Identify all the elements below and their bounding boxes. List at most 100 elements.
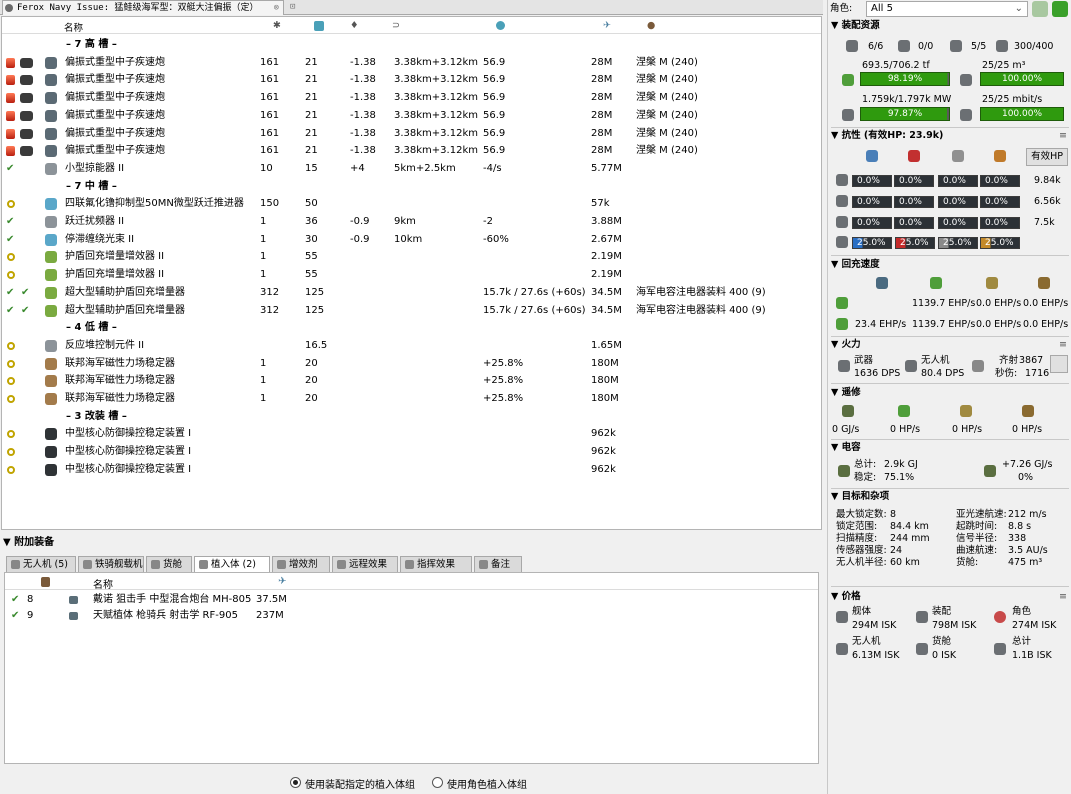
charge-state-icon: ✔: [21, 286, 30, 298]
new-tab-icon[interactable]: ⊡: [286, 0, 306, 15]
module-row[interactable]: 中型核心防御操控稳定装置 I 962k: [2, 425, 821, 443]
module-row[interactable]: 联邦海军磁性力场稳定器 1 20 +25.8% 180M: [2, 390, 821, 408]
slot-separator[interactable]: – 7 高 槽 –: [2, 36, 821, 54]
module-row[interactable]: 中型核心防御操控稳定装置 I 962k: [2, 461, 821, 479]
module-row[interactable]: 偏振式重型中子疾速炮 161 21 -1.38 3.38km+3.12km 56.9 28M…: [2, 142, 821, 160]
overload-state-icon[interactable]: [6, 93, 15, 104]
price-column-icon[interactable]: ✈: [278, 576, 286, 587]
section-targeting-misc[interactable]: ▼ 目标和杂项: [831, 491, 1069, 503]
additions-header[interactable]: ▼ 附加装备: [0, 536, 823, 550]
column-name[interactable]: 名称: [64, 20, 83, 34]
cpu-value: 161: [260, 145, 280, 157]
additions-tab[interactable]: 远程效果: [332, 556, 398, 572]
active-state-icon[interactable]: ✔: [6, 217, 14, 227]
overload-state-icon[interactable]: [6, 146, 15, 157]
online-state-icon[interactable]: [7, 341, 15, 350]
section-price[interactable]: ▼ 价格 ≡: [831, 591, 1069, 603]
module-row[interactable]: 偏振式重型中子疾速炮 161 21 -1.38 3.38km+3.12km 56.9 28M…: [2, 107, 821, 125]
overload-state-icon[interactable]: [6, 75, 15, 86]
additions-tab[interactable]: 货舱: [146, 556, 192, 572]
powergrid-column-icon[interactable]: [314, 21, 324, 31]
menu-icon[interactable]: ≡: [1059, 339, 1067, 351]
additions-tab-bar: 无人机 (5) 铁骑舰载机 货舱 植入体 (2) 增效剂 远程效果 指挥效果 备注: [4, 556, 819, 573]
implant-active-icon[interactable]: ✔: [11, 608, 19, 624]
character-select[interactable]: All 5 ⌄: [866, 1, 1028, 17]
online-state-icon[interactable]: [7, 253, 15, 262]
implant-active-icon[interactable]: ✔: [11, 592, 19, 608]
slot-separator[interactable]: – 7 中 槽 –: [2, 178, 821, 196]
module-row[interactable]: 护盾回充增量增效器 II 1 55 2.19M: [2, 266, 821, 284]
range-column-icon[interactable]: ⊃: [392, 20, 400, 31]
additions-tab[interactable]: 无人机 (5): [6, 556, 76, 572]
module-row[interactable]: 偏振式重型中子疾速炮 161 21 -1.38 3.38km+3.12km 56.9 28M…: [2, 71, 821, 89]
additions-tab[interactable]: 备注: [474, 556, 522, 572]
module-row[interactable]: ✔ 小型掠能器 II 10 15 +4 5km+2.5km -4/s 5.77M: [2, 160, 821, 178]
misc-column-icon[interactable]: [496, 21, 505, 30]
menu-icon[interactable]: ≡: [1059, 591, 1067, 603]
powergrid-value: 20: [305, 357, 318, 369]
charge-value: 涅槃 M (240): [636, 109, 698, 121]
module-row[interactable]: ✔ 停滞缠绕光束 II 1 30 -0.9 10km -60% 2.67M: [2, 231, 821, 249]
ammo-column-icon[interactable]: ●: [647, 20, 655, 31]
character-editor-icon[interactable]: [1052, 1, 1068, 17]
additions-tab[interactable]: 植入体 (2): [194, 556, 270, 573]
online-state-icon[interactable]: [7, 359, 15, 368]
section-remote-reps[interactable]: ▼ 遥修: [831, 387, 1069, 399]
module-row[interactable]: 四联氟化镥抑制型50MN微型跃迁推进器 150 50 57k: [2, 195, 821, 213]
additions-tab[interactable]: 铁骑舰载机: [78, 556, 144, 572]
overload-state-icon[interactable]: [6, 110, 15, 121]
online-state-icon[interactable]: [7, 395, 15, 403]
module-row[interactable]: 偏振式重型中子疾速炮 161 21 -1.38 3.38km+3.12km 56.9 28M…: [2, 89, 821, 107]
module-row[interactable]: ✔ ✔ 超大型辅助护盾回充增量器 312 125 15.7k / 27.6s (+60s)…: [2, 302, 821, 320]
online-state-icon[interactable]: [7, 271, 15, 280]
cpu-column-icon[interactable]: ✱: [273, 20, 281, 31]
damage-pattern-button[interactable]: [1050, 355, 1068, 373]
module-row[interactable]: 护盾回充增量增效器 II 1 55 2.19M: [2, 248, 821, 266]
active-state-icon[interactable]: ✔: [6, 234, 14, 245]
targeting-stat-label: 锁定范围:: [836, 521, 878, 532]
menu-icon[interactable]: ≡: [1059, 130, 1067, 142]
effective-hp-button[interactable]: 有效HP: [1026, 148, 1068, 166]
section-resources[interactable]: ▼ 装配资源: [831, 20, 1069, 32]
additions-tab[interactable]: 增效剂: [272, 556, 330, 572]
price-column-icon[interactable]: ✈: [603, 20, 611, 31]
sustained-hull: 0.0 EHP/s: [1023, 319, 1069, 330]
section-capacitor[interactable]: ▼ 电容: [831, 442, 1069, 454]
online-state-icon[interactable]: [7, 448, 15, 457]
radio-char-implants[interactable]: [432, 777, 443, 788]
module-row[interactable]: 偏振式重型中子疾速炮 161 21 -1.38 3.38km+3.12km 56.9 28M…: [2, 125, 821, 143]
online-state-icon[interactable]: [7, 200, 15, 209]
module-row[interactable]: 偏振式重型中子疾速炮 161 21 -1.38 3.38km+3.12km 56.9 28M…: [2, 54, 821, 72]
module-row[interactable]: ✔ ✔ 超大型辅助护盾回充增量器 312 125 15.7k / 27.6s (+60s)…: [2, 284, 821, 302]
module-row[interactable]: 联邦海军磁性力场稳定器 1 20 +25.8% 180M: [2, 372, 821, 390]
additions-tab[interactable]: 指挥效果: [400, 556, 472, 572]
module-row[interactable]: 联邦海军磁性力场稳定器 1 20 +25.8% 180M: [2, 355, 821, 373]
online-state-icon[interactable]: [7, 377, 15, 386]
section-recharge[interactable]: ▼ 回充速度: [831, 259, 1069, 271]
slot-column-icon[interactable]: [41, 577, 50, 587]
slot-separator[interactable]: – 4 低 槽 –: [2, 319, 821, 337]
overload-state-icon[interactable]: [6, 128, 15, 139]
implant-row[interactable]: ✔ 8 戴诺 狙击手 中型混合炮台 MH-805 37.5M: [5, 592, 818, 608]
column-name[interactable]: 名称: [93, 576, 113, 591]
module-row[interactable]: 反应堆控制元件 II 16.5 1.65M: [2, 337, 821, 355]
overload-state-icon[interactable]: [6, 57, 15, 68]
module-row[interactable]: 中型核心防御操控稳定装置 I 962k: [2, 443, 821, 461]
section-resistances[interactable]: ▼ 抗性 (有效HP: 23.9k) ≡: [831, 130, 1069, 142]
price-value: 28M: [591, 56, 613, 68]
online-state-icon[interactable]: [7, 430, 15, 439]
close-icon[interactable]: ⊗: [274, 1, 279, 15]
section-firepower[interactable]: ▼ 火力 ≡: [831, 339, 1069, 351]
active-state-icon[interactable]: ✔: [6, 163, 14, 174]
active-state-icon[interactable]: ✔: [6, 287, 14, 298]
refresh-character-icon[interactable]: [1032, 1, 1048, 17]
implant-row[interactable]: ✔ 9 天赋植体 枪骑兵 射击学 RF-905 237M: [5, 608, 818, 624]
slot-separator[interactable]: – 3 改装 槽 –: [2, 408, 821, 426]
cap-column-icon[interactable]: ♦: [350, 20, 359, 31]
radio-fit-implants[interactable]: [290, 777, 301, 788]
powergrid-value: 30: [305, 233, 318, 245]
module-row[interactable]: ✔ 跃迁扰频器 II 1 36 -0.9 9km -2 3.88M: [2, 213, 821, 231]
fit-tab[interactable]: Ferox Navy Issue: 猛鲑级海军型：双艇大注偏振（定） ⊗: [2, 0, 284, 15]
active-state-icon[interactable]: ✔: [6, 305, 14, 316]
online-state-icon[interactable]: [7, 465, 15, 474]
